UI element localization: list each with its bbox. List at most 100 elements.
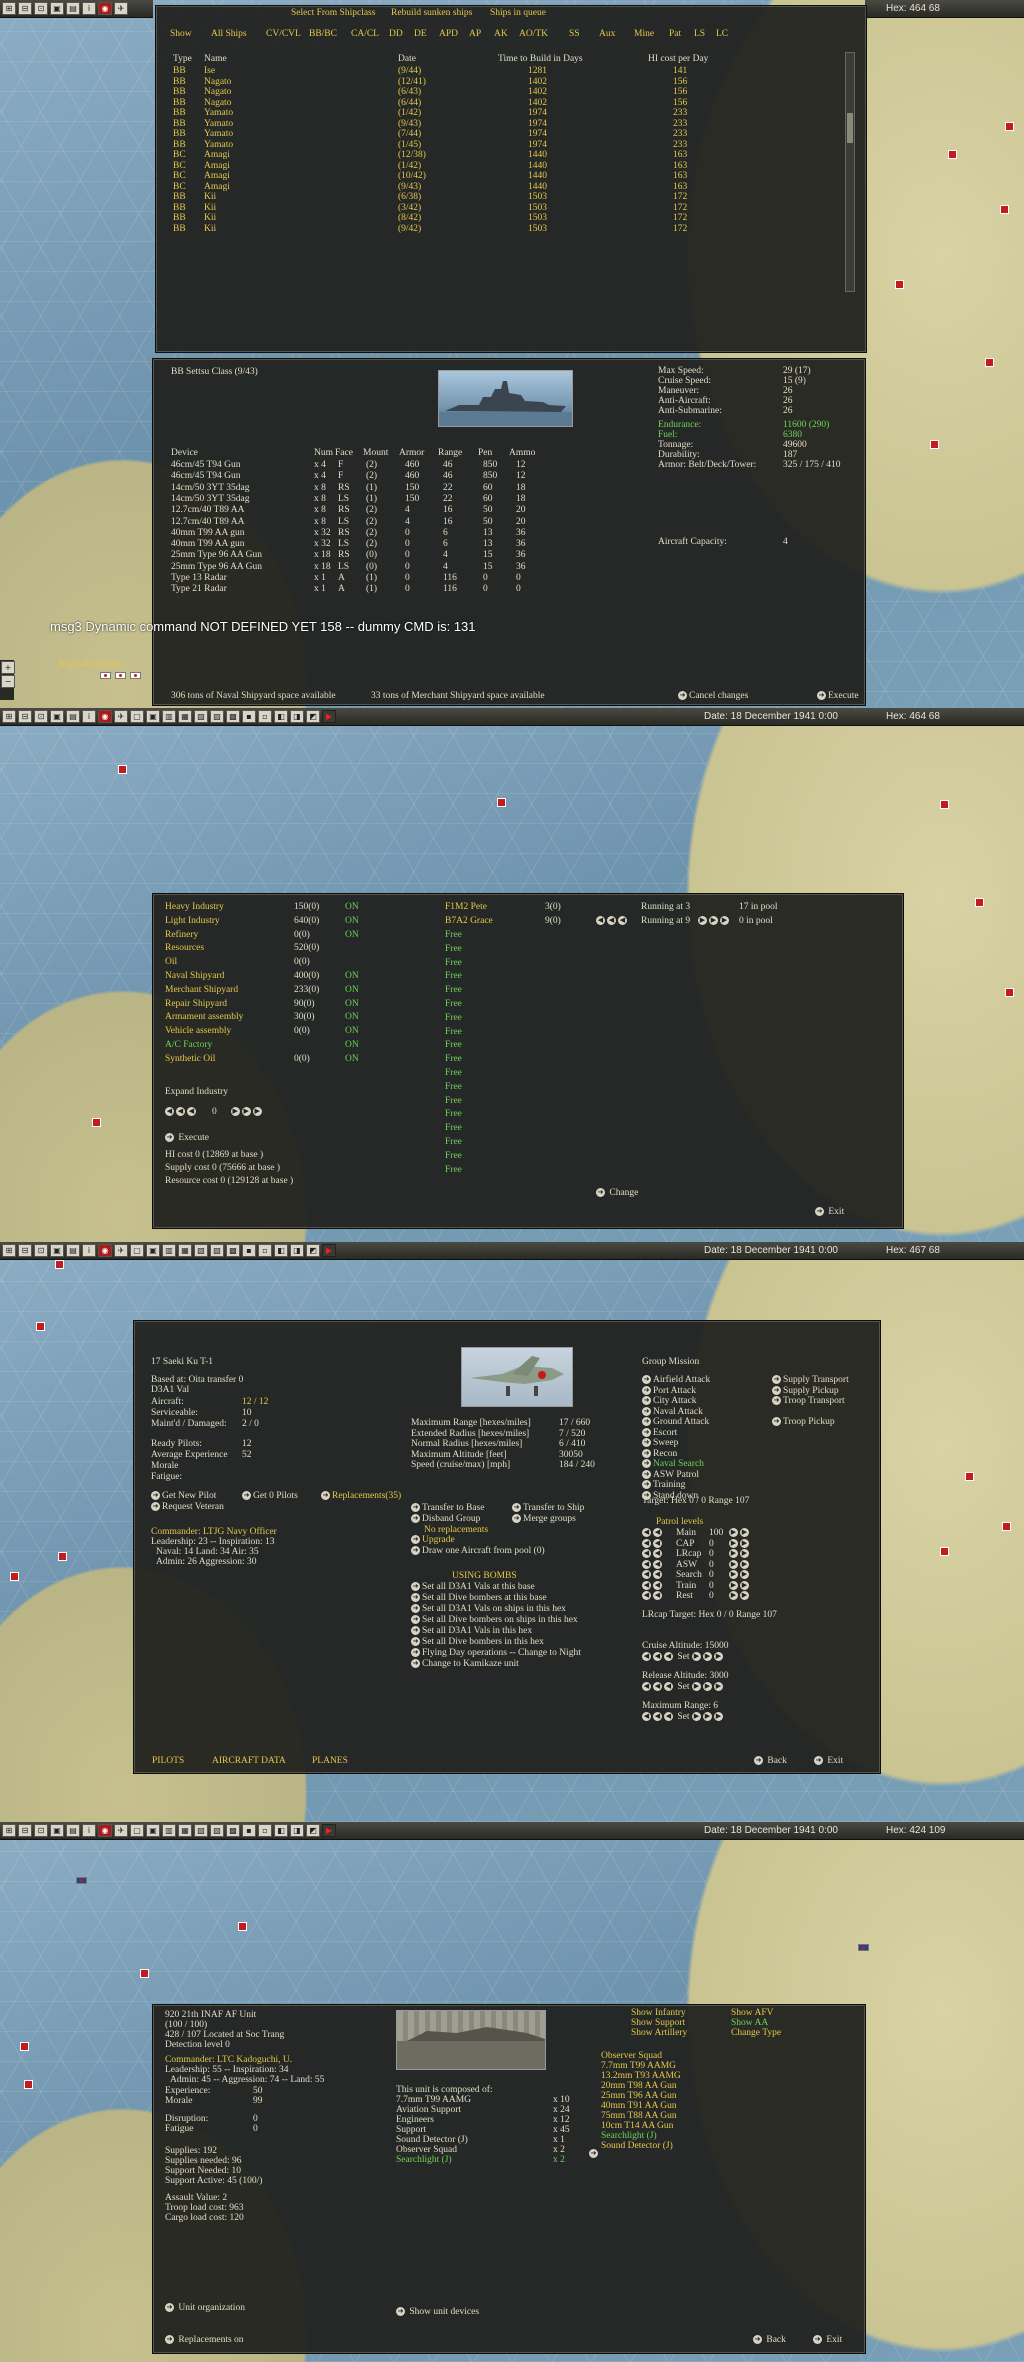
filter-ls[interactable]: LS [694,29,705,39]
industry-name[interactable]: Synthetic Oil [165,1054,215,1064]
free-slot[interactable]: Free [445,1082,462,1092]
toolbar-button[interactable]: ▤ [66,710,80,723]
toolbar-button[interactable]: ▥ [162,1824,176,1837]
arrow-right-icon[interactable]: ▶ [698,916,707,926]
toolbar-button[interactable]: ▦ [178,710,192,723]
merge-groups-button[interactable]: ➜ Merge groups [512,1514,576,1524]
upgrade-option[interactable]: Searchlight (J) [601,2131,657,2141]
toolbar-button[interactable]: ✈ [114,1244,128,1257]
mission-option[interactable]: ➜ Naval Search [642,1459,704,1469]
arrow-left-icon[interactable]: ◀ [618,916,627,926]
replacements-toggle[interactable]: ➜ Replacements(35) [321,1491,401,1501]
end-turn-button[interactable]: ▶ [322,1244,336,1257]
toolbar-button[interactable]: ▣ [146,1824,160,1837]
arrow-left-icon[interactable]: ◀ [642,1559,651,1569]
patrol-decrease[interactable]: ◀ ◀ [642,1580,664,1591]
base-marker[interactable] [20,2042,29,2051]
arrow-left-icon[interactable]: ◀ [176,1107,185,1117]
set-action-button[interactable]: ➜ Set all D3A1 Vals at this base [411,1582,535,1592]
filter-de[interactable]: DE [414,29,427,39]
set-action-button[interactable]: ➜ Set all Dive bombers on ships in this h… [411,1615,578,1625]
industry-name[interactable]: Armament assembly [165,1012,243,1022]
patrol-increase[interactable]: ▶ ▶ [729,1580,751,1591]
disband-group-button[interactable]: ➜ Disband Group [411,1514,480,1524]
industry-status[interactable]: ON [345,985,359,995]
device-row[interactable]: 40mm T99 AA gun x 32 LS (2) 0 6 13 36 [153,539,865,551]
arrow-right-icon[interactable]: ▶ [729,1559,738,1569]
patrol-increase[interactable]: ▶ ▶ [729,1549,751,1559]
base-marker[interactable] [1000,205,1009,214]
replacements-on-toggle[interactable]: ➜ Replacements on [165,2335,244,2345]
toolbar-button[interactable]: ▪ [242,710,256,723]
toolbar-button[interactable]: ▩ [226,710,240,723]
arrow-right-icon[interactable]: ▶ [729,1570,738,1580]
set-action-button[interactable]: ➜ Flying Day operations -- Change to Nigh… [411,1648,581,1658]
show-support-link[interactable]: Show Support [631,2018,685,2028]
filter-dd[interactable]: DD [389,29,403,39]
patrol-increase[interactable]: ▶ ▶ [729,1591,751,1601]
industry-status[interactable]: ON [345,1054,359,1064]
rate-decrease-arrows[interactable]: ◀ ◀ ◀ [596,916,629,926]
patrol-increase[interactable]: ▶ ▶ [729,1528,751,1538]
back-button[interactable]: ➜ Back [753,2335,786,2345]
patrol-increase[interactable]: ▶ ▶ [729,1538,751,1549]
ships-in-queue-link[interactable]: Ships in queue [490,8,546,18]
device-name[interactable]: Engineers [396,2115,434,2125]
set-action-button[interactable]: ➜ Set all Dive bombers at this base [411,1593,547,1603]
filter-aux[interactable]: Aux [599,29,615,39]
arrow-right-icon[interactable]: ▶ [740,1591,749,1601]
mission-option[interactable]: ➜ Training [642,1480,685,1490]
arrow-left-icon[interactable]: ◀ [653,1528,662,1538]
toolbar-button[interactable]: ◩ [306,1824,320,1837]
upgrade-option[interactable]: 13.2mm T93 AAMG [601,2071,681,2081]
patrol-decrease[interactable]: ◀ ◀ [642,1559,664,1570]
industry-status[interactable]: ON [345,902,359,912]
device-name[interactable]: Aviation Support [396,2105,461,2115]
arrow-left-icon[interactable]: ◀ [187,1107,196,1117]
toolbar-button[interactable]: ▢ [130,710,144,723]
show-infantry-link[interactable]: Show Infantry [631,2008,686,2018]
arrow-left-icon[interactable]: ◀ [642,1570,651,1580]
toolbar-button[interactable]: ⊟ [18,2,32,15]
toolbar-button[interactable]: ⊡ [34,710,48,723]
industry-status[interactable]: ON [345,930,359,940]
filter-lc[interactable]: LC [716,29,728,39]
mission-option[interactable]: ➜ Naval Attack [642,1407,703,1417]
free-slot[interactable]: Free [445,1040,462,1050]
toolbar-button[interactable]: ⊟ [18,1824,32,1837]
arrow-right-icon[interactable]: ▶ [740,1580,749,1590]
base-marker[interactable] [24,2080,33,2089]
toolbar-button[interactable]: ◨ [290,1824,304,1837]
device-name[interactable]: Support [396,2125,426,2135]
free-slot[interactable]: Free [445,1013,462,1023]
change-type-link[interactable]: Change Type [731,2028,781,2038]
free-slot[interactable]: Free [445,930,462,940]
toolbar-button[interactable]: ◧ [274,1824,288,1837]
patrol-decrease[interactable]: ◀ ◀ [642,1549,664,1559]
toolbar-button[interactable]: ▪ [242,1824,256,1837]
industry-name[interactable]: Merchant Shipyard [165,985,238,995]
mission-option[interactable]: ➜ Sweep [642,1438,678,1448]
ship-list-scrollbar[interactable] [845,52,855,292]
free-slot[interactable]: Free [445,1165,462,1175]
device-row[interactable]: 14cm/50 3YT 35dag x 8 LS (1) 150 22 60 18 [153,494,865,506]
base-marker[interactable] [36,1322,45,1331]
arrow-left-icon[interactable]: ◀ [642,1591,651,1601]
toolbar-button[interactable]: ▣ [50,1244,64,1257]
release-altitude-stepper[interactable]: ◀ ◀ ◀ Set ▶ ▶ ▶ [642,1682,725,1692]
industry-status[interactable]: ON [345,1040,359,1050]
factory-aircraft[interactable]: B7A2 Grace [445,916,493,926]
upgrade-option[interactable]: Observer Squad [601,2051,662,2061]
arrow-left-icon[interactable]: ◀ [653,1591,662,1601]
toolbar-button[interactable]: ▨ [210,1824,224,1837]
arrow-right-icon[interactable]: ▶ [740,1528,749,1538]
industry-name[interactable]: Naval Shipyard [165,971,224,981]
cruise-altitude-stepper[interactable]: ◀ ◀ ◀ Set ▶ ▶ ▶ [642,1652,725,1662]
device-name[interactable]: Sound Detector (J) [396,2135,468,2145]
arrow-right-icon[interactable]: ▶ [709,916,718,926]
filter-cv[interactable]: CV/CVL [266,29,301,39]
industry-name[interactable]: Oil [165,957,177,967]
cancel-changes-button[interactable]: ➜ Cancel changes [678,691,748,701]
toolbar-button[interactable]: ▧ [194,1824,208,1837]
device-name[interactable]: Observer Squad [396,2145,457,2155]
